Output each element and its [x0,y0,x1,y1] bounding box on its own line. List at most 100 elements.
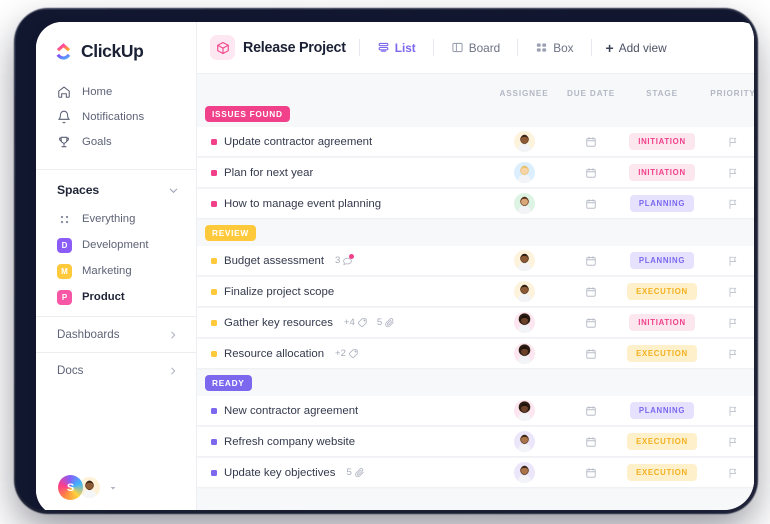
stage-cell[interactable]: PLANNING [624,195,700,212]
spaces-section-header[interactable]: Spaces [36,170,196,206]
table-row[interactable]: Update contractor agreement INITIATION [197,127,754,156]
column-header-stage[interactable]: STAGE [624,89,700,98]
avatar[interactable] [513,400,535,421]
calendar-icon[interactable] [585,436,597,448]
stage-badge[interactable]: PLANNING [629,402,695,419]
task-cell[interactable]: Finalize project scope [197,286,490,298]
task-status-bullet[interactable] [211,469,217,476]
task-cell[interactable]: Refresh company website [197,436,490,448]
priority-cell[interactable] [700,136,754,148]
avatar[interactable] [513,193,535,214]
due-date-cell[interactable] [558,436,624,448]
avatar[interactable] [513,131,535,152]
table-row[interactable]: Finalize project scope EXECUTION [197,277,754,306]
tab-board[interactable]: Board [442,35,509,61]
priority-cell[interactable] [700,255,754,267]
calendar-icon[interactable] [585,136,597,148]
calendar-icon[interactable] [585,467,597,479]
task-status-bullet[interactable] [211,138,217,145]
stage-badge[interactable]: PLANNING [629,252,695,269]
column-header-priority[interactable]: PRIORITY [700,89,754,98]
task-cell[interactable]: Budget assessment 3 [197,254,490,267]
stage-cell[interactable]: EXECUTION [624,345,700,362]
due-date-cell[interactable] [558,198,624,210]
stage-badge[interactable]: INITIATION [629,133,695,150]
task-cell[interactable]: Update contractor agreement [197,136,490,148]
assignee-cell[interactable] [490,312,558,333]
priority-cell[interactable] [700,167,754,179]
chevron-down-icon[interactable] [168,185,179,196]
calendar-icon[interactable] [585,348,597,360]
due-date-cell[interactable] [558,286,624,298]
table-row[interactable]: Budget assessment 3 PLANNING [197,246,754,275]
task-meta[interactable]: +4 [344,317,368,328]
priority-cell[interactable] [700,348,754,360]
stage-badge[interactable]: INITIATION [629,164,695,181]
task-cell[interactable]: New contractor agreement [197,405,490,417]
priority-cell[interactable] [700,436,754,448]
status-badge[interactable]: ISSUES FOUND [205,106,290,122]
task-status-bullet[interactable] [211,169,217,176]
stage-badge[interactable]: EXECUTION [627,345,697,362]
sidebar-item-marketing[interactable]: M Marketing [36,258,196,284]
priority-cell[interactable] [700,317,754,329]
due-date-cell[interactable] [558,467,624,479]
priority-cell[interactable] [700,198,754,210]
sidebar-item-product[interactable]: P Product [36,284,196,310]
task-meta[interactable]: +2 [335,348,359,359]
brand[interactable]: ClickUp [36,22,196,78]
sidebar-item-dashboards[interactable]: Dashboards [36,316,196,352]
table-row[interactable]: Plan for next year INITIATION [197,158,754,187]
status-badge[interactable]: READY [205,375,252,391]
avatar[interactable] [513,431,535,452]
task-status-bullet[interactable] [211,438,217,445]
column-header-due-date[interactable]: DUE DATE [558,89,624,98]
table-row[interactable]: Gather key resources +4 5 INITIATION [197,308,754,337]
avatar[interactable] [513,250,535,271]
due-date-cell[interactable] [558,405,624,417]
flag-icon[interactable] [727,286,739,298]
task-cell[interactable]: Gather key resources +4 5 [197,317,490,329]
assignee-cell[interactable] [490,193,558,214]
stage-cell[interactable]: PLANNING [624,252,700,269]
calendar-icon[interactable] [585,317,597,329]
sidebar-item-docs[interactable]: Docs [36,352,196,388]
task-status-bullet[interactable] [211,200,217,207]
stage-badge[interactable]: PLANNING [629,195,695,212]
due-date-cell[interactable] [558,136,624,148]
assignee-cell[interactable] [490,400,558,421]
table-row[interactable]: Update key objectives 5 EXECUTION [197,458,754,487]
due-date-cell[interactable] [558,317,624,329]
stage-cell[interactable]: EXECUTION [624,433,700,450]
task-cell[interactable]: Update key objectives 5 [197,467,490,479]
status-badge[interactable]: REVIEW [205,225,256,241]
flag-icon[interactable] [727,467,739,479]
calendar-icon[interactable] [585,286,597,298]
flag-icon[interactable] [727,405,739,417]
stage-badge[interactable]: EXECUTION [627,433,697,450]
stage-cell[interactable]: EXECUTION [624,464,700,481]
flag-icon[interactable] [727,255,739,267]
task-cell[interactable]: How to manage event planning [197,198,490,210]
avatar[interactable] [513,281,535,302]
stage-cell[interactable]: EXECUTION [624,283,700,300]
task-meta[interactable]: 5 [377,317,395,328]
task-status-bullet[interactable] [211,350,217,357]
flag-icon[interactable] [727,348,739,360]
assignee-cell[interactable] [490,250,558,271]
flag-icon[interactable] [727,167,739,179]
assignee-cell[interactable] [490,162,558,183]
flag-icon[interactable] [727,436,739,448]
sidebar-item-goals[interactable]: Goals [36,129,196,154]
assignee-cell[interactable] [490,462,558,483]
due-date-cell[interactable] [558,167,624,179]
sidebar-item-everything[interactable]: Everything [36,206,196,232]
stage-cell[interactable]: INITIATION [624,164,700,181]
column-header-assignee[interactable]: ASSIGNEE [490,89,558,98]
flag-icon[interactable] [727,317,739,329]
due-date-cell[interactable] [558,255,624,267]
assignee-cell[interactable] [490,131,558,152]
table-row[interactable]: Refresh company website EXECUTION [197,427,754,456]
task-status-bullet[interactable] [211,288,217,295]
stage-badge[interactable]: INITIATION [629,314,695,331]
